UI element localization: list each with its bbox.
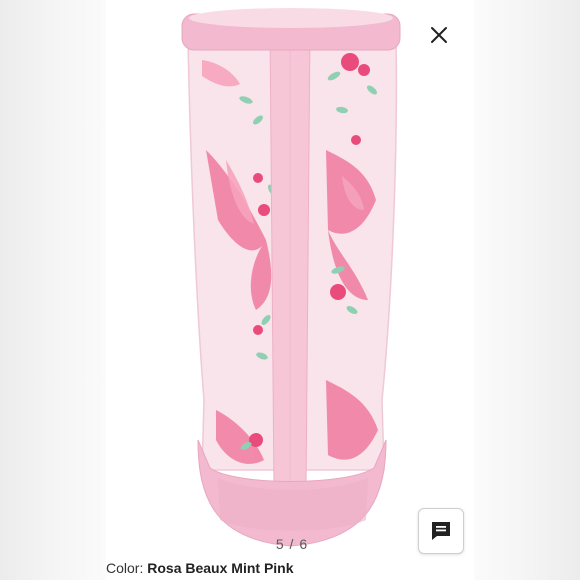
left-gutter [0,0,106,580]
color-value: Rosa Beaux Mint Pink [147,560,294,576]
color-label: Color: [106,560,144,576]
close-icon [431,27,447,43]
right-gutter [474,0,580,580]
image-viewer[interactable] [106,0,474,556]
product-image [181,8,401,547]
close-button[interactable] [424,20,454,50]
color-caption: Color: Rosa Beaux Mint Pink [106,558,294,578]
chat-bubble-icon [432,522,450,540]
image-counter: 5 / 6 [275,536,309,552]
chat-button[interactable] [418,508,464,554]
